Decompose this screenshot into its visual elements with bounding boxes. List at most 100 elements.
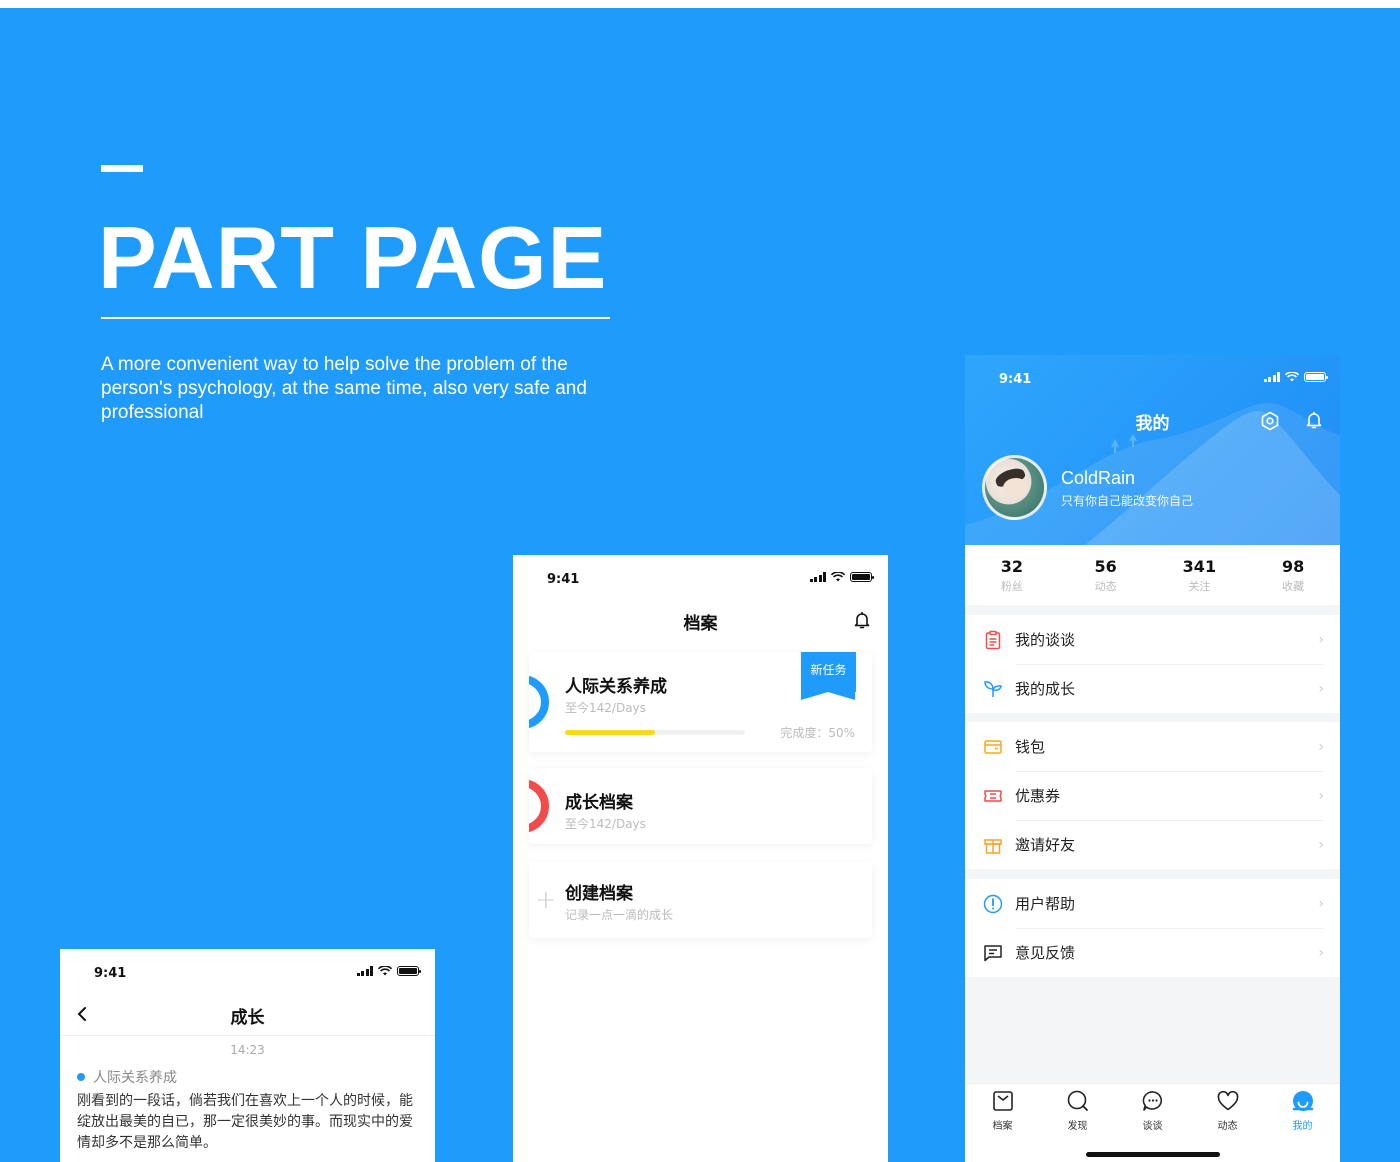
progress-fill [565, 730, 655, 735]
stat-value: 98 [1281, 557, 1305, 576]
menu-item-my-growth[interactable]: 我的成长 › [965, 664, 1340, 713]
ticket-icon [984, 789, 1002, 802]
stat-favorites[interactable]: 98 收藏 [1246, 545, 1340, 605]
progress-bar [565, 730, 745, 735]
chevron-right-icon: › [1318, 631, 1324, 648]
tab-archive[interactable]: 档案 [965, 1084, 1040, 1162]
hero-title: PART PAGE [98, 208, 608, 307]
menu-item-label: 我的成长 [1015, 680, 1076, 698]
profile-tab-icon [1292, 1091, 1313, 1111]
post-tag[interactable]: 人际关系养成 [77, 1067, 177, 1087]
hero-dash [101, 165, 143, 172]
chevron-right-icon: › [1318, 895, 1324, 912]
home-indicator[interactable] [1086, 1152, 1220, 1157]
avatar[interactable] [982, 455, 1047, 520]
wifi-icon [1285, 372, 1299, 382]
plus-icon: + [535, 885, 557, 915]
stat-value: 32 [1000, 557, 1023, 576]
growth-phone-screen: 9:41 成长 14:23 人际关系养成 刚看到的一段话，倘若我们在喜欢上一个人… [60, 949, 435, 1162]
heart-tab-icon [1217, 1090, 1238, 1111]
top-strip [0, 0, 1400, 8]
tab-label: 动态 [1217, 1121, 1238, 1132]
card-subtitle: 至今142/Days [565, 701, 646, 715]
battery-icon [850, 572, 874, 582]
page-title: 成长 [230, 1008, 265, 1028]
profile-header: 9:41 我的 ColdRain 只有你自己能改变你自己 [965, 355, 1340, 545]
post-body: 刚看到的一段话，倘若我们在喜欢上一个人的时候，能绽放出最美的自已，那一定很美妙的… [77, 1093, 413, 1151]
nav-divider [60, 1035, 435, 1036]
menu-item-label: 优惠券 [1015, 787, 1061, 805]
progress-label: 完成度：50% [780, 726, 855, 740]
bell-icon[interactable] [1304, 410, 1324, 430]
archive-card-relationship[interactable]: 人际关系养成 至今142/Days 新任务 完成度：50% [529, 652, 872, 752]
card-title: 创建档案 [565, 884, 633, 904]
archive-card-growth[interactable]: 成长档案 至今142/Days [529, 768, 872, 844]
archive-tab-icon [992, 1091, 1013, 1111]
clipboard-icon [985, 630, 1001, 649]
tab-feed[interactable]: 动态 [1190, 1084, 1265, 1162]
menu-item-help[interactable]: 用户帮助 › [965, 879, 1340, 928]
battery-icon [397, 966, 421, 976]
status-bar: 9:41 [60, 949, 435, 989]
bell-icon[interactable] [852, 610, 872, 630]
chevron-right-icon: › [1318, 836, 1324, 853]
settings-icon[interactable] [1260, 411, 1280, 431]
menu-item-label: 钱包 [1015, 738, 1046, 756]
stat-label: 动态 [1094, 580, 1117, 593]
menu-item-coupons[interactable]: 优惠券 › [965, 771, 1340, 820]
wallet-icon [984, 739, 1002, 754]
post-tag-label: 人际关系养成 [93, 1070, 177, 1086]
signal-icon [1263, 372, 1280, 382]
status-time: 9:41 [999, 372, 1032, 387]
menu-item-invite-friends[interactable]: 邀请好友 › [965, 820, 1340, 869]
tab-chat[interactable]: 谈谈 [1115, 1084, 1190, 1162]
tab-bar: 档案 发现 谈谈 动态 我的 [965, 1083, 1340, 1162]
status-bar: 9:41 [513, 555, 888, 595]
tab-label: 谈谈 [1142, 1121, 1163, 1132]
tab-profile[interactable]: 我的 [1265, 1084, 1340, 1162]
status-time: 9:41 [547, 572, 580, 587]
card-title: 成长档案 [565, 793, 633, 813]
page-title: 档案 [683, 614, 718, 634]
sprout-icon [984, 680, 1002, 697]
card-ring [529, 779, 549, 833]
card-subtitle: 记录一点一滴的成长 [565, 908, 674, 922]
menu-item-wallet[interactable]: 钱包 › [965, 722, 1340, 771]
menu-item-my-talks[interactable]: 我的谈谈 › [965, 615, 1340, 664]
username: ColdRain [1061, 468, 1136, 488]
menu-group-support: 用户帮助 › 意见反馈 › [965, 879, 1340, 977]
battery-icon [1304, 372, 1328, 382]
menu-group-assets: 钱包 › 优惠券 › 邀请好友 › [965, 722, 1340, 869]
archive-card-create[interactable]: + 创建档案 记录一点一滴的成长 [529, 862, 872, 938]
card-subtitle: 至今142/Days [565, 817, 646, 831]
wifi-icon [831, 572, 845, 582]
menu-group-personal: 我的谈谈 › 我的成长 › [965, 615, 1340, 713]
user-motto: 只有你自己能改变你自己 [1061, 494, 1194, 508]
status-indicators [1263, 372, 1328, 382]
stat-label: 粉丝 [1000, 580, 1023, 593]
stat-following[interactable]: 341 关注 [1153, 545, 1247, 605]
tag-dot [77, 1073, 85, 1081]
signal-icon [356, 966, 373, 976]
post-timestamp: 14:23 [230, 1043, 265, 1057]
tab-label: 我的 [1292, 1121, 1313, 1132]
archive-phone-screen: 9:41 档案 人际关系养成 至今142/Days 新任务 完成度：50% 成长… [513, 555, 888, 1162]
status-time: 9:41 [94, 966, 127, 981]
tab-label: 档案 [992, 1121, 1013, 1132]
stat-value: 341 [1182, 557, 1217, 576]
status-indicators [356, 966, 421, 976]
menu-item-feedback[interactable]: 意见反馈 › [965, 928, 1340, 977]
menu-item-label: 我的谈谈 [1015, 631, 1076, 649]
chevron-right-icon: › [1318, 787, 1324, 804]
stat-label: 关注 [1188, 580, 1211, 593]
stat-fans[interactable]: 32 粉丝 [965, 545, 1059, 605]
signal-icon [809, 572, 826, 582]
wifi-icon [378, 966, 392, 976]
menu-item-label: 意见反馈 [1015, 944, 1076, 962]
tab-discover[interactable]: 发现 [1040, 1084, 1115, 1162]
stat-posts[interactable]: 56 动态 [1059, 545, 1153, 605]
discover-tab-icon [1067, 1090, 1088, 1111]
hero-rule [101, 317, 610, 319]
feedback-icon [984, 944, 1002, 961]
chevron-right-icon: › [1318, 680, 1324, 697]
